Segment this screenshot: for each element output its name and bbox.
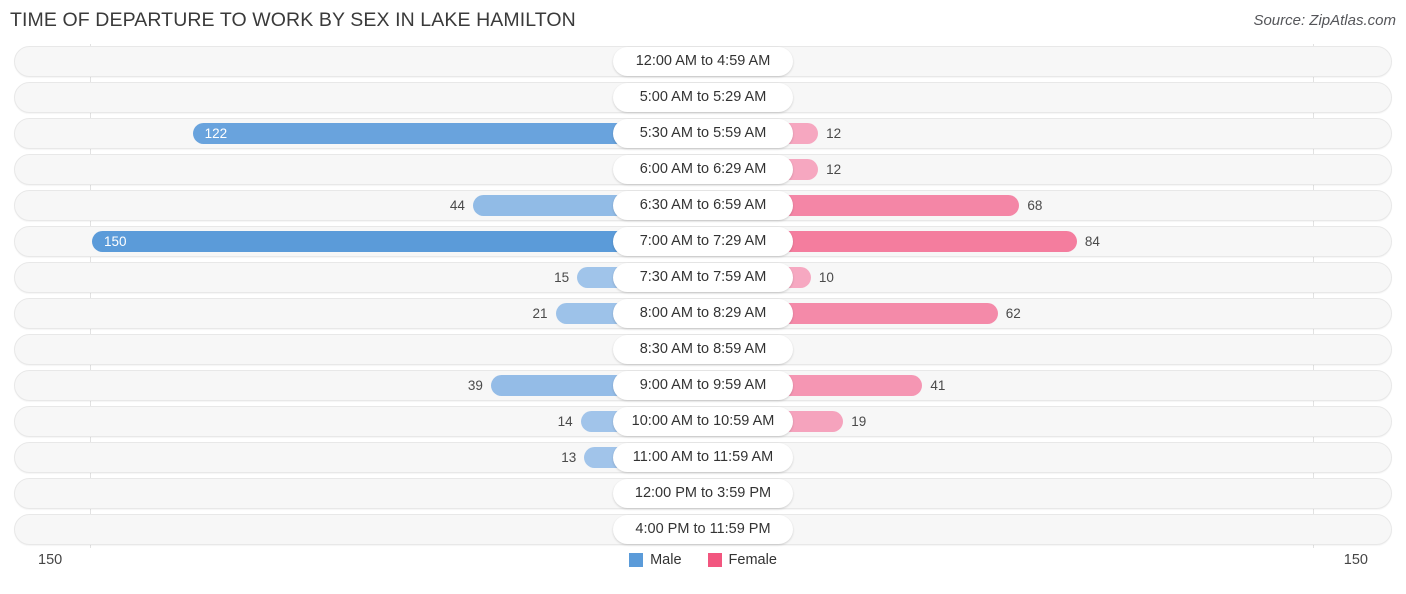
chart-row: 13011:00 AM to 11:59 AM: [14, 440, 1392, 476]
value-label-female: 62: [1005, 306, 1021, 321]
value-label-male: 150: [104, 234, 127, 249]
chart-footer: 150 150 Male Female: [14, 548, 1392, 588]
chart-row: 44 68 6:30 AM to 6:59 AM: [14, 188, 1392, 224]
chart-row: 21 62 8:00 AM to 8:29 AM: [14, 296, 1392, 332]
category-label: 12:00 AM to 4:59 AM: [613, 47, 793, 76]
category-label: 4:00 PM to 11:59 PM: [613, 515, 793, 544]
legend-label-male: Male: [650, 552, 682, 568]
chart-row: 0012:00 PM to 3:59 PM: [14, 476, 1392, 512]
category-label: 5:30 AM to 5:59 AM: [613, 119, 793, 148]
category-label: 12:00 PM to 3:59 PM: [613, 479, 793, 508]
value-label-female: 68: [1027, 198, 1043, 213]
chart-row: 008:30 AM to 8:59 AM: [14, 332, 1392, 368]
value-label-male: 122: [204, 126, 228, 141]
chart-row: 150 84 7:00 AM to 7:29 AM: [14, 224, 1392, 260]
value-label-female: 19: [851, 414, 867, 429]
chart-legend: Male Female: [14, 552, 1392, 568]
category-label: 10:00 AM to 10:59 AM: [613, 407, 793, 436]
chart-plot-area: 0012:00 AM to 4:59 AM005:00 AM to 5:29 A…: [14, 44, 1392, 548]
category-label: 6:30 AM to 6:59 AM: [613, 191, 793, 220]
chart-row: 004:00 PM to 11:59 PM: [14, 512, 1392, 548]
source-attribution: Source: ZipAtlas.com: [1253, 12, 1396, 29]
category-label: 11:00 AM to 11:59 AM: [613, 443, 793, 472]
value-label-male: 15: [554, 270, 570, 285]
chart-row: 122 12 5:30 AM to 5:59 AM: [14, 116, 1392, 152]
value-label-male: 44: [449, 198, 465, 213]
legend-swatch-male-icon: [629, 553, 644, 567]
legend-item-female[interactable]: Female: [707, 552, 777, 568]
category-label: 7:00 AM to 7:29 AM: [613, 227, 793, 256]
category-label: 8:30 AM to 8:59 AM: [613, 335, 793, 364]
value-label-male: 21: [532, 306, 548, 321]
value-label-female: 84: [1084, 234, 1100, 249]
chart-row: 0012:00 AM to 4:59 AM: [14, 44, 1392, 80]
value-label-male: 14: [557, 414, 573, 429]
legend-label-female: Female: [728, 552, 777, 568]
category-label: 5:00 AM to 5:29 AM: [613, 83, 793, 112]
value-label-female: 12: [826, 162, 842, 177]
chart-row: 005:00 AM to 5:29 AM: [14, 80, 1392, 116]
chart-row: 14 19 10:00 AM to 10:59 AM: [14, 404, 1392, 440]
chart-row: 0126:00 AM to 6:29 AM: [14, 152, 1392, 188]
chart-row: 15 10 7:30 AM to 7:59 AM: [14, 260, 1392, 296]
value-label-female: 41: [930, 378, 946, 393]
chart-row: 39 41 9:00 AM to 9:59 AM: [14, 368, 1392, 404]
value-label-male: 39: [467, 378, 483, 393]
legend-swatch-female-icon: [707, 553, 722, 567]
value-label-female: 12: [826, 126, 842, 141]
bar-male: [92, 231, 703, 252]
category-label: 7:30 AM to 7:59 AM: [613, 263, 793, 292]
page-title: TIME OF DEPARTURE TO WORK BY SEX IN LAKE…: [10, 9, 576, 31]
category-label: 8:00 AM to 8:29 AM: [613, 299, 793, 328]
value-label-male: 13: [561, 450, 577, 465]
value-label-female: 10: [818, 270, 834, 285]
chart-header: TIME OF DEPARTURE TO WORK BY SEX IN LAKE…: [0, 0, 1406, 44]
category-label: 9:00 AM to 9:59 AM: [613, 371, 793, 400]
category-label: 6:00 AM to 6:29 AM: [613, 155, 793, 184]
legend-item-male[interactable]: Male: [629, 552, 682, 568]
